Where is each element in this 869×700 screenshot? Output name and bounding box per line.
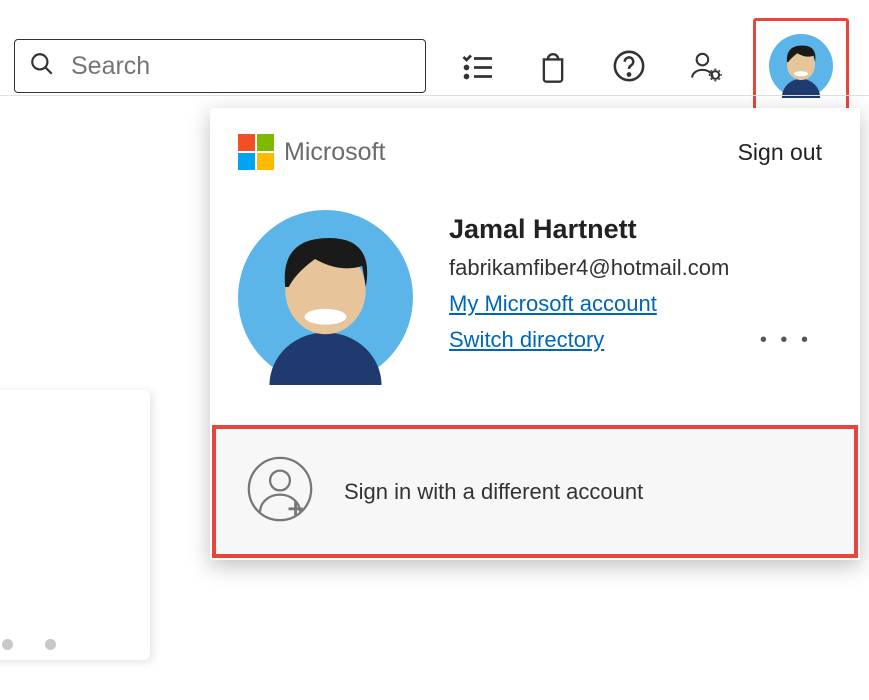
account-dropdown: Microsoft Sign out Jamal Hartnett fabrik… [210, 108, 860, 560]
user-avatar-icon [769, 34, 833, 98]
microsoft-logo-text: Microsoft [284, 138, 385, 167]
pagination-dot[interactable] [45, 639, 56, 650]
card-pagination [0, 390, 150, 660]
checklist-icon[interactable] [457, 46, 497, 86]
my-microsoft-account-link[interactable]: My Microsoft account [449, 291, 832, 317]
profile-name: Jamal Hartnett [449, 214, 832, 245]
microsoft-logo-icon [238, 134, 274, 170]
pagination-dot[interactable] [2, 639, 13, 650]
more-options-icon[interactable]: • • • [760, 329, 812, 352]
shopping-bag-icon[interactable] [533, 46, 573, 86]
profile-email: fabrikamfiber4@hotmail.com [449, 255, 832, 281]
toolbar-divider [0, 95, 869, 96]
sign-in-different-label: Sign in with a different account [344, 479, 643, 505]
settings-person-icon[interactable] [685, 46, 725, 86]
sign-out-link[interactable]: Sign out [738, 139, 822, 166]
search-input[interactable] [71, 52, 411, 81]
profile-avatar-icon [238, 210, 413, 385]
search-icon [29, 51, 55, 82]
sign-in-different-account-button[interactable]: Sign in with a different account [212, 425, 858, 558]
switch-directory-link[interactable]: Switch directory [449, 327, 604, 353]
add-user-icon [246, 455, 314, 528]
search-box[interactable] [14, 39, 426, 93]
help-icon[interactable] [609, 46, 649, 86]
microsoft-logo: Microsoft [238, 134, 385, 170]
user-avatar-button[interactable] [753, 18, 849, 114]
